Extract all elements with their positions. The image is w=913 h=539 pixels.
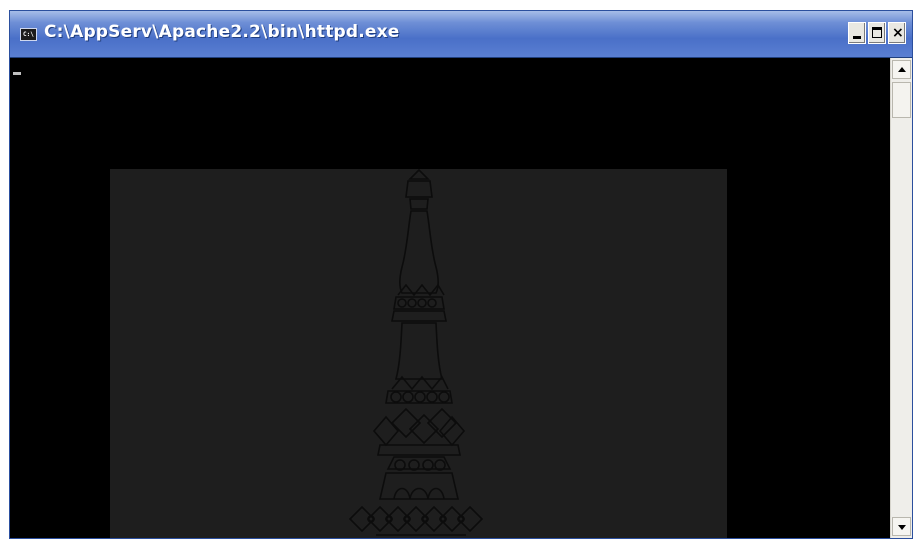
window-title: C:\AppServ\Apache2.2\bin\httpd.exe [44, 22, 400, 42]
scroll-down-button[interactable] [892, 517, 911, 536]
minimize-button[interactable] [848, 22, 866, 44]
text-cursor [13, 72, 21, 75]
close-button[interactable]: × [888, 22, 906, 44]
console-app-icon-label: C:\ [23, 31, 34, 38]
scrollbar-thumb[interactable] [892, 82, 911, 118]
scroll-up-arrow-icon [898, 67, 906, 72]
scroll-up-button[interactable] [892, 60, 911, 79]
console-output-area[interactable] [10, 58, 890, 538]
vertical-scrollbar[interactable] [890, 58, 912, 538]
scroll-down-arrow-icon [898, 525, 906, 530]
tower-image-overlay [110, 169, 727, 538]
console-app-icon[interactable]: C:\ [20, 28, 37, 41]
close-icon: × [892, 25, 904, 41]
console-window: C:\ C:\AppServ\Apache2.2\bin\httpd.exe × [9, 10, 913, 539]
maximize-icon [872, 27, 882, 38]
maximize-button[interactable] [868, 22, 886, 44]
tower-outline-icon [348, 169, 484, 536]
minimize-icon [853, 36, 861, 39]
title-bar[interactable]: C:\ C:\AppServ\Apache2.2\bin\httpd.exe × [10, 11, 912, 58]
